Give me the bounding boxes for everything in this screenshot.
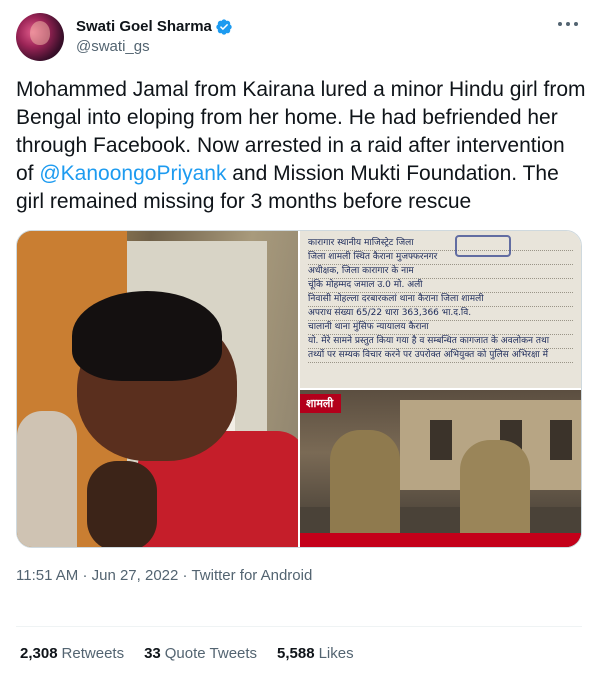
media-grid: कारागार स्थानीय माजिस्ट्रेट जिला जिला शा… xyxy=(16,230,582,548)
mention-link[interactable]: @KanoongoPriyank xyxy=(39,162,226,185)
doc-line: अधीक्षक, जिला कारागार के नाम xyxy=(308,265,573,279)
tweet: Swati Goel Sharma @swati_gs Mohammed Jam… xyxy=(0,0,598,678)
document-stamp xyxy=(455,235,511,257)
tweet-time[interactable]: 11:51 AM xyxy=(16,567,78,584)
media-photo-document[interactable]: कारागार स्थानीय माजिस्ट्रेट जिला जिला शा… xyxy=(300,231,581,389)
avatar[interactable] xyxy=(16,13,64,61)
doc-line: अपराध संख्या 65/22 धारा 363,366 भा.द.वि. xyxy=(308,307,573,321)
author-names: Swati Goel Sharma @swati_gs xyxy=(76,17,233,57)
tweet-source[interactable]: Twitter for Android xyxy=(191,567,312,584)
likes-count: 5,588 xyxy=(277,645,315,662)
doc-line: तथ्यों पर सम्यक विचार करने पर उपरोक्त अभ… xyxy=(308,349,573,363)
divider xyxy=(16,626,582,627)
doc-line: कारागार स्थानीय माजिस्ट्रेट जिला xyxy=(308,237,573,251)
retweets-count: 2,308 xyxy=(20,645,58,662)
retweets-label: Retweets xyxy=(61,645,125,662)
verified-badge-icon xyxy=(216,19,232,35)
media-photo-police[interactable]: शामली xyxy=(300,390,581,547)
news-ticker xyxy=(300,533,581,547)
media-right-column: कारागार स्थानीय माजिस्ट्रेट जिला जिला शा… xyxy=(300,231,581,547)
tweet-meta: 11:51 AM · Jun 27, 2022 · Twitter for An… xyxy=(16,566,582,586)
author-display-name[interactable]: Swati Goel Sharma xyxy=(76,17,212,37)
doc-line: चूंकि मोहम्मद जमाल उ.0 मो. अली xyxy=(308,279,573,293)
media-photo-arrest[interactable] xyxy=(17,231,298,547)
tweet-header: Swati Goel Sharma @swati_gs xyxy=(16,12,582,62)
news-location-tag: शामली xyxy=(300,394,342,414)
likes-label: Likes xyxy=(318,645,354,662)
meta-separator: · xyxy=(82,567,88,584)
quotes-label: Quote Tweets xyxy=(164,645,258,662)
doc-line: निवासी मोहल्ला दरबारकलां थाना कैराना जिल… xyxy=(308,293,573,307)
tweet-text: Mohammed Jamal from Kairana lured a mino… xyxy=(16,76,586,216)
tweet-date[interactable]: Jun 27, 2022 xyxy=(92,567,179,584)
doc-line: जिला शामली स्थित कैराना मुजफ्फरनगर xyxy=(308,251,573,265)
doc-line: यो. मेरे सामने प्रस्तुत किया गया है व सम… xyxy=(308,335,573,349)
doc-line: चालानी थाना मुंसिफ न्यायालय कैराना xyxy=(308,321,573,335)
tweet-stats: 2,308 Retweets 33 Quote Tweets 5,588 Likes xyxy=(20,645,354,662)
quotes-count: 33 xyxy=(144,645,161,662)
author-handle[interactable]: @swati_gs xyxy=(76,37,233,57)
retweets-stat[interactable]: 2,308 Retweets xyxy=(20,645,124,662)
more-options-icon[interactable] xyxy=(558,20,578,28)
likes-stat[interactable]: 5,588 Likes xyxy=(277,645,354,662)
quotes-stat[interactable]: 33 Quote Tweets xyxy=(144,645,257,662)
author-name-row[interactable]: Swati Goel Sharma xyxy=(76,17,233,37)
meta-separator: · xyxy=(182,567,188,584)
